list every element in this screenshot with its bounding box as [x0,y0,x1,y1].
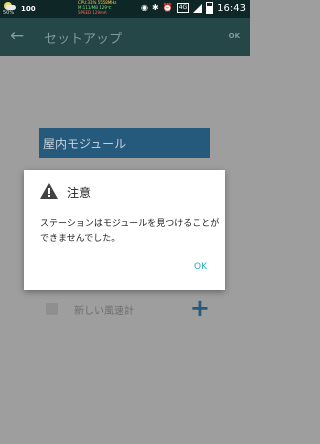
status-bar: 50% 100 CPU:33% 5558MHz M:111/MB 129℃ SP… [0,0,250,18]
network-type-icon: 4G [176,3,190,13]
alert-dialog: 注意 ステーションはモジュールを見つけることができませんでした。 OK [24,170,225,290]
status-right: ◉ ✱ ⏰ 4G 16:43 [141,2,246,14]
indoor-module-card[interactable]: 屋内モジュール [39,128,210,158]
dialog-title: 注意 [67,186,92,200]
indoor-module-label: 屋内モジュール [43,137,127,151]
toolbar-ok-button[interactable]: OK [229,32,240,40]
add-anemometer-row[interactable]: 新しい風速計 + [42,295,212,321]
weather-icon: 50% [3,1,17,17]
warning-icon [40,183,58,199]
dialog-message: ステーションはモジュールを見つけることができませんでした。 [40,219,220,244]
status-left: 50% 100 [3,1,36,17]
add-plus-icon[interactable]: + [190,295,210,321]
signal-icon [193,3,203,13]
system-monitor: CPU:33% 5558MHz M:111/MB 129℃ SPEED 129m… [78,0,126,15]
dialog-ok-button[interactable]: OK [194,262,207,272]
alarm-icon: ⏰ [162,3,173,12]
anemometer-device-icon [46,303,58,315]
anemometer-label: 新しい風速計 [74,306,134,317]
app-bar: ← セットアップ OK [0,18,250,56]
weather-percentage: 50% [3,10,15,16]
page-title: セットアップ [44,32,123,47]
monitor-line-speed: SPEED 129mA [78,10,107,15]
location-icon: ◉ [141,3,149,12]
battery-icon [206,2,214,14]
clock: 16:43 [217,2,246,14]
bluetooth-icon: ✱ [152,3,159,12]
battery-percentage: 100 [21,5,36,13]
back-arrow-icon[interactable]: ← [10,26,24,46]
